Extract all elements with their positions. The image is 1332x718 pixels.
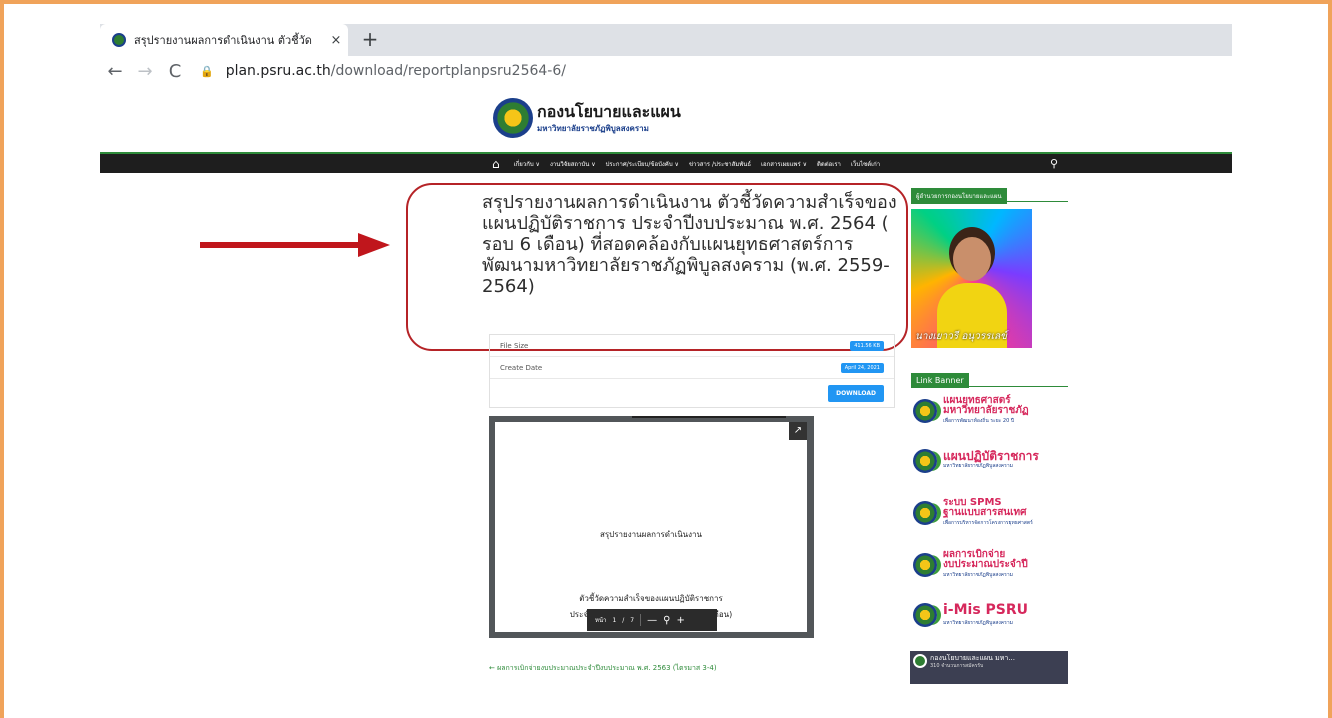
banner-line1: i-Mis PSRU [943, 602, 1029, 618]
person-head [953, 237, 991, 281]
page-total: 7 [630, 616, 635, 624]
reload-button[interactable]: C [160, 61, 190, 82]
file-size-row: File Size 411.56 KB [490, 335, 894, 357]
search-icon[interactable]: ⚲ [1050, 157, 1058, 170]
tab-close-icon[interactable]: × [324, 33, 348, 48]
file-size-badge: 411.56 KB [850, 340, 884, 351]
nav-item-documents[interactable]: เอกสารเผยแพร่ ∨ [761, 159, 807, 169]
banner-line2: ฐานแบบสารสนเทศ [943, 507, 1027, 518]
forward-button[interactable]: → [130, 61, 160, 82]
page-number-field[interactable]: 1 [612, 617, 616, 624]
pdf-text-line: สรุปรายงานผลการดำเนินงาน [599, 530, 703, 539]
zoom-out-icon[interactable]: — [647, 615, 657, 626]
url-path: /download/reportplanpsru2564-6/ [330, 63, 566, 79]
banner-line2: มหาวิทยาลัยราชภัฏ [943, 405, 1029, 416]
video-embed[interactable]: กองนโยบายและแผน มหา... 310 จำนวนการสมัคร… [910, 651, 1068, 684]
download-button[interactable]: DOWNLOAD [828, 384, 884, 402]
annotation-arrow-icon [200, 233, 390, 257]
banner-small: มหาวิทยาลัยราชภัฏพิบูลสงคราม [943, 572, 1013, 578]
url-host: plan.psru.ac.th [225, 63, 331, 79]
url-field[interactable]: 🔒 plan.psru.ac.th /download/reportplanps… [200, 63, 566, 79]
viewer-top-bar [632, 416, 786, 418]
address-bar: ← → C 🔒 plan.psru.ac.th /download/report… [100, 56, 1232, 86]
banner-strategy[interactable]: แผนยุทธศาสตร์ มหาวิทยาลัยราชภัฏ เพื่อการ… [913, 392, 1071, 430]
banner-imis[interactable]: i-Mis PSRU มหาวิทยาลัยราชภัฏพิบูลสงคราม [913, 596, 1071, 634]
file-size-label: File Size [500, 341, 529, 350]
download-row: DOWNLOAD [490, 379, 894, 407]
site-favicon-icon [112, 33, 126, 47]
new-tab-button[interactable]: + [358, 28, 382, 52]
pdf-text-line: ตัวชี้วัดความสำเร็จของแผนปฏิบัติราชการ [579, 594, 723, 603]
banner-line1: แผนปฏิบัติราชการ [943, 449, 1039, 463]
pdf-toolbar: หน้า 1 / 7 — ⚲ + [587, 609, 717, 631]
browser-tab-strip: สรุปรายงานผลการดำเนินงาน ตัวชี้วัด × + [100, 24, 1232, 56]
banner-line2: งบประมาณประจำปี [943, 559, 1028, 570]
tab-title: สรุปรายงานผลการดำเนินงาน ตัวชี้วัด [134, 34, 312, 47]
university-seal-icon [493, 98, 533, 138]
nav-item-research[interactable]: งานวิจัยสถาบัน ∨ [550, 159, 596, 169]
page-label: หน้า [595, 617, 607, 624]
nav-item-old-site[interactable]: เว็บไซต์เก่า [851, 159, 880, 169]
main-navigation: ⌂ เกี่ยวกับ ∨ งานวิจัยสถาบัน ∨ ประกาศ/ระ… [100, 152, 1232, 173]
page-separator: / [622, 616, 625, 624]
banner-logo-icon [913, 399, 937, 423]
site-name: กองนโยบายและแผน [537, 101, 681, 121]
create-date-label: Create Date [500, 363, 543, 372]
banner-spms[interactable]: ระบบ SPMS ฐานแบบสารสนเทศ เพื่อการบริหารจ… [913, 494, 1071, 532]
create-date-row: Create Date April 24, 2021 [490, 357, 894, 379]
banner-logo-icon [913, 553, 937, 577]
pdf-viewer[interactable]: สรุปรายงานผลการดำเนินงาน ตัวชี้วัดความสำ… [489, 416, 814, 638]
banner-small: เพื่อการบริหารจัดการโครงการยุทธศาสตร์ [943, 520, 1033, 526]
widget-divider [911, 386, 1068, 387]
file-info-table: File Size 411.56 KB Create Date April 24… [489, 334, 895, 408]
nav-item-about[interactable]: เกี่ยวกับ ∨ [514, 159, 540, 169]
previous-post-link[interactable]: ← ผลการเบิกจ่ายงบประมาณประจำปีงบประมาณ พ… [489, 663, 717, 674]
back-button[interactable]: ← [100, 61, 130, 82]
home-icon[interactable]: ⌂ [492, 157, 500, 171]
nav-item-news[interactable]: ข่าวสาร /ประชาสัมพันธ์ [689, 159, 751, 169]
nav-item-contact[interactable]: ติดต่อเรา [817, 159, 841, 169]
banner-small: มหาวิทยาลัยราชภัฏพิบูลสงคราม [943, 620, 1013, 626]
nav-item-regulations[interactable]: ประกาศ/ระเบียบ/ข้อบังคับ ∨ [606, 159, 679, 169]
banner-small: เพื่อการพัฒนาท้องถิ่น ระยะ 20 ปี [943, 418, 1015, 424]
video-subscribers: 310 จำนวนการสมัครรับ [930, 663, 984, 669]
director-caption: นางเยาวรี อนุวรรเลข์ [915, 331, 1007, 342]
pdf-page: สรุปรายงานผลการดำเนินงาน ตัวชี้วัดความสำ… [495, 422, 807, 632]
highlight-annotation [406, 183, 908, 351]
site-subtitle: มหาวิทยาลัยราชภัฏพิบูลสงคราม [537, 123, 649, 133]
widget-divider [911, 201, 1068, 202]
director-photo: นางเยาวรี อนุวรรเลข์ [911, 209, 1032, 348]
popout-icon[interactable]: ↗ [789, 422, 807, 440]
lock-icon[interactable]: 🔒 [200, 65, 214, 78]
channel-logo-icon [913, 654, 927, 668]
zoom-icon[interactable]: ⚲ [663, 615, 670, 626]
banner-disbursement[interactable]: ผลการเบิกจ่าย งบประมาณประจำปี มหาวิทยาลั… [913, 546, 1071, 584]
banner-logo-icon [913, 449, 937, 473]
video-title: กองนโยบายและแผน มหา... [930, 654, 1016, 662]
banner-action-plan[interactable]: แผนปฏิบัติราชการ มหาวิทยาลัยราชภัฏพิบูลส… [913, 442, 1071, 480]
toolbar-divider [640, 614, 642, 626]
browser-tab[interactable]: สรุปรายงานผลการดำเนินงาน ตัวชี้วัด × [100, 24, 348, 56]
create-date-badge: April 24, 2021 [840, 362, 884, 373]
banner-logo-icon [913, 501, 937, 525]
site-logo[interactable]: กองนโยบายและแผน มหาวิทยาลัยราชภัฏพิบูลสง… [493, 98, 681, 138]
zoom-in-icon[interactable]: + [676, 615, 684, 626]
banner-logo-icon [913, 603, 937, 627]
